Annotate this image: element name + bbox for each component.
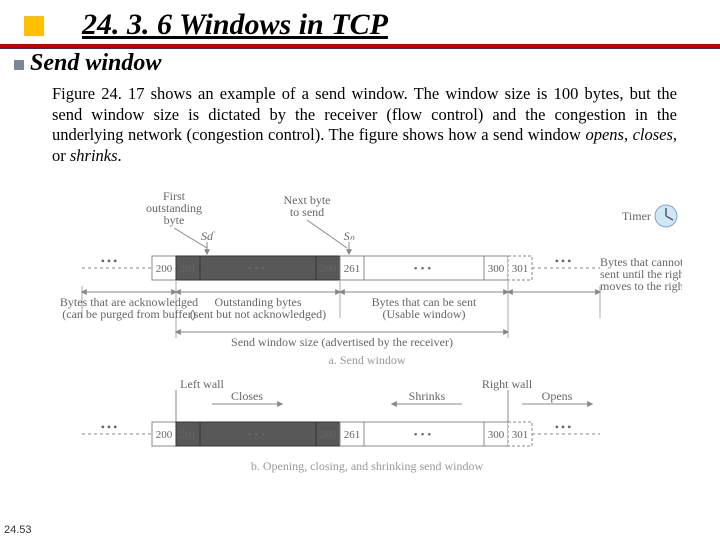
next-byte-l1: Next byte	[284, 193, 331, 207]
grp-mid-l2: (sent but not acknowledged)	[190, 307, 326, 321]
svg-text:•••: •••	[248, 429, 269, 441]
grp-far-l2: sent until the right edge	[600, 267, 682, 281]
svg-text:•••: •••	[101, 254, 120, 268]
body-em-closes: closes	[633, 125, 673, 144]
svg-text:•••: •••	[555, 420, 574, 434]
slide: 24. 3. 6 Windows in TCP Send window Figu…	[0, 0, 720, 540]
opens-label: Opens	[542, 389, 573, 403]
left-wall: Left wall	[180, 377, 224, 391]
body-em-opens: opens	[585, 125, 624, 144]
cell-201b: 201	[180, 429, 197, 441]
cell-200b: 200	[156, 429, 173, 441]
body-prefix: Figure 24. 17 shows an example of a send…	[52, 84, 677, 144]
cell-301b: 301	[512, 429, 529, 441]
page-number: 24.53	[4, 524, 32, 536]
caption-a: a. Send window	[329, 353, 406, 367]
sn-label: Sₙ	[344, 229, 355, 243]
cell-261a: 261	[344, 263, 361, 275]
grp-right-l1: Bytes that can be sent	[372, 295, 477, 309]
cell-300a: 300	[488, 263, 505, 275]
body-sep1: ,	[624, 125, 633, 144]
cell-201a: 201	[180, 263, 197, 275]
right-wall: Right wall	[482, 377, 533, 391]
grp-right-l2: (Usable window)	[383, 307, 466, 321]
send-window-diagram: First outstanding byte Next byte to send…	[52, 190, 682, 500]
shrinks-label: Shrinks	[409, 389, 446, 403]
next-byte-l2: to send	[290, 205, 324, 219]
caption-b: b. Opening, closing, and shrinking send …	[251, 459, 484, 473]
timer-label: Timer	[622, 209, 651, 223]
svg-text:•••: •••	[101, 420, 120, 434]
title-accent	[24, 16, 44, 36]
first-byte-l1: First	[163, 190, 186, 203]
body-text: Figure 24. 17 shows an example of a send…	[52, 84, 677, 167]
grp-far-l1: Bytes that cannot be	[600, 255, 682, 269]
grp-left-l1: Bytes that are acknowledged	[60, 295, 198, 309]
cell-260b: 260	[320, 429, 337, 441]
grp-mid-l1: Outstanding bytes	[215, 295, 302, 309]
svg-text:•••: •••	[414, 263, 435, 275]
cell-301a: 301	[512, 263, 529, 275]
svg-text:•••: •••	[248, 263, 269, 275]
cell-261b: 261	[344, 429, 361, 441]
svg-text:•••: •••	[555, 254, 574, 268]
grp-far-l3: moves to the right	[600, 279, 682, 293]
cell-260a: 260	[320, 263, 337, 275]
sub-heading: Send window	[30, 50, 161, 77]
body-suffix: .	[118, 146, 122, 165]
divider-blue	[0, 47, 720, 49]
first-byte-l3: byte	[164, 213, 185, 227]
grp-left-l2: (can be purged from buffer)	[62, 307, 196, 321]
sf-label: Sɗ	[201, 229, 215, 243]
body-em-shrinks: shrinks	[70, 146, 118, 165]
bullet-icon	[14, 60, 24, 70]
cell-200a: 200	[156, 263, 173, 275]
adv-label: Send window size (advertised by the rece…	[231, 335, 453, 349]
closes-label: Closes	[231, 389, 263, 403]
cell-300b: 300	[488, 429, 505, 441]
svg-text:•••: •••	[414, 429, 435, 441]
slide-title: 24. 3. 6 Windows in TCP	[82, 8, 388, 42]
first-byte-l2: outstanding	[146, 201, 202, 215]
